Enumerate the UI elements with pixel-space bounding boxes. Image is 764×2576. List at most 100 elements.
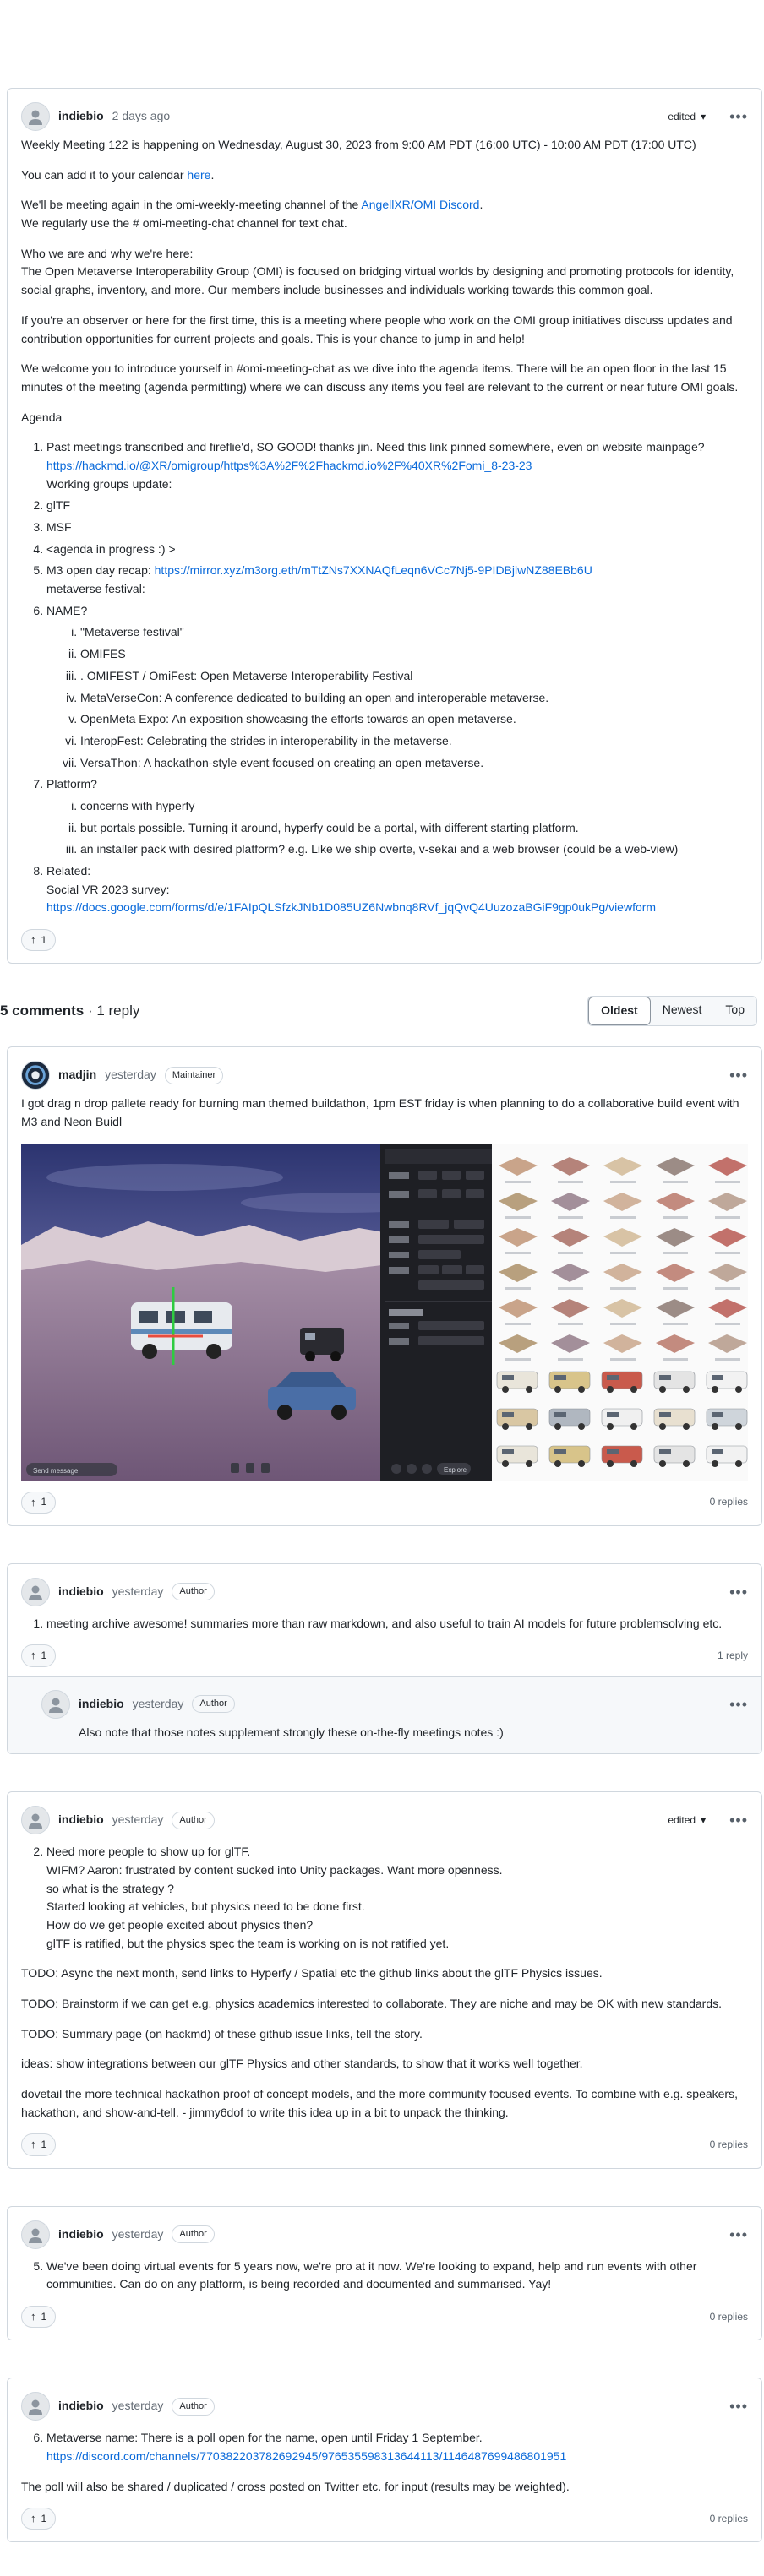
- more-options-icon[interactable]: •••: [729, 2227, 748, 2242]
- wheel: [712, 1422, 719, 1430]
- comment-reactions: ↑ 1 1 reply: [21, 1644, 748, 1667]
- comment-reactions: ↑ 1 0 replies: [21, 1491, 748, 1514]
- thumbnail-caption: [663, 1180, 689, 1183]
- list-item: but portals possible. Turning it around,…: [80, 819, 748, 838]
- thumbnail-caption: [663, 1251, 689, 1254]
- reply-header: indiebio yesterday Author •••: [41, 1685, 748, 1724]
- window: [554, 1448, 567, 1454]
- rug-thumbnail: [551, 1263, 591, 1282]
- reply-count[interactable]: 0 replies: [710, 2137, 748, 2153]
- more-options-icon[interactable]: •••: [729, 2399, 748, 2414]
- more-options-icon[interactable]: •••: [729, 1812, 748, 1828]
- reply-count[interactable]: 0 replies: [710, 1494, 748, 1510]
- comment-header: indiebio yesterday Author •••: [21, 1573, 748, 1611]
- rug-thumbnail: [603, 1156, 643, 1176]
- rug-thumbnail: [656, 1192, 696, 1211]
- comment-list: meeting archive awesome! summaries more …: [21, 1615, 748, 1633]
- rug-thumbnail: [499, 1263, 538, 1282]
- upvote-button[interactable]: ↑ 1: [21, 1644, 57, 1667]
- more-options-icon[interactable]: •••: [729, 1068, 748, 1083]
- more-options-icon[interactable]: •••: [729, 1697, 748, 1712]
- rug-thumbnail: [656, 1334, 696, 1353]
- author-badge: Author: [172, 2397, 215, 2416]
- rug-thumbnail: [551, 1227, 591, 1247]
- comment-timestamp[interactable]: yesterday: [105, 1066, 156, 1084]
- arrow-up-icon: ↑: [30, 933, 36, 947]
- reply-count[interactable]: 0 replies: [710, 2511, 748, 2527]
- author-name[interactable]: indiebio: [58, 107, 104, 126]
- discord-poll-link[interactable]: https://discord.com/channels/77038220378…: [46, 2449, 566, 2463]
- comment-body: I got drag n drop pallete ready for burn…: [21, 1095, 748, 1131]
- upvote-count: 1: [41, 1496, 47, 1508]
- comment-timestamp[interactable]: yesterday: [112, 2397, 164, 2416]
- avatar[interactable]: [21, 102, 50, 131]
- sort-newest[interactable]: Newest: [651, 997, 714, 1025]
- avatar[interactable]: [21, 1806, 50, 1835]
- comment-timestamp[interactable]: yesterday: [112, 2225, 164, 2244]
- mirror-link[interactable]: https://mirror.xyz/m3org.eth/mTtZNs7XXNA…: [155, 563, 592, 577]
- more-options-icon[interactable]: •••: [729, 1584, 748, 1600]
- author-name[interactable]: indiebio: [79, 1695, 124, 1714]
- avatar[interactable]: [41, 1689, 70, 1719]
- avatar[interactable]: [21, 2392, 50, 2421]
- author-name[interactable]: indiebio: [58, 2397, 104, 2416]
- window: [659, 1411, 672, 1417]
- upvote-button[interactable]: ↑ 1: [21, 2133, 57, 2156]
- author-name[interactable]: madjin: [58, 1066, 96, 1084]
- upvote-button[interactable]: ↑ 1: [21, 2508, 57, 2530]
- upvote-button[interactable]: ↑ 1: [21, 1491, 57, 1514]
- comment-body: Metaverse name: There is a poll open for…: [21, 2429, 748, 2496]
- wheel: [683, 1422, 690, 1430]
- upvote-button[interactable]: ↑ 1: [21, 2306, 57, 2329]
- discord-link[interactable]: AngellXR/OMI Discord: [361, 198, 479, 211]
- sort-oldest[interactable]: Oldest: [588, 997, 651, 1026]
- screenshot-attachment[interactable]: Send message Explore: [21, 1143, 748, 1481]
- wheel: [683, 1459, 690, 1467]
- more-options-icon[interactable]: •••: [729, 109, 748, 124]
- arrow-up-icon: ↑: [30, 1649, 36, 1662]
- name-options-list: "Metaverse festival" OMIFES . OMIFEST / …: [46, 623, 748, 772]
- comment-list: Need more people to show up for glTF. WI…: [21, 1843, 748, 1953]
- comment-timestamp[interactable]: yesterday: [112, 1583, 164, 1601]
- comment-reactions: ↑ 1 0 replies: [21, 2508, 748, 2530]
- rug-thumbnail: [656, 1263, 696, 1282]
- reply-count[interactable]: 0 replies: [710, 2309, 748, 2325]
- calendar-link[interactable]: here: [187, 168, 210, 182]
- rug-thumbnail: [551, 1192, 591, 1211]
- window: [502, 1374, 515, 1380]
- wheel: [659, 1459, 667, 1467]
- sort-top[interactable]: Top: [713, 997, 756, 1025]
- avatar[interactable]: [21, 1061, 50, 1090]
- edited-dropdown[interactable]: edited ▾: [668, 109, 706, 125]
- window: [607, 1374, 619, 1380]
- upvote-button[interactable]: ↑ 1: [21, 929, 57, 952]
- thumbnail-caption: [558, 1357, 584, 1361]
- comment-timestamp[interactable]: yesterday: [112, 1811, 164, 1829]
- thumbnail-caption: [663, 1357, 689, 1361]
- avatar[interactable]: [21, 1577, 50, 1606]
- edited-dropdown[interactable]: edited ▾: [668, 1812, 706, 1829]
- author-name[interactable]: indiebio: [58, 1583, 104, 1601]
- reply-count[interactable]: 1 reply: [718, 1648, 748, 1664]
- wheel: [735, 1459, 743, 1467]
- rug-thumbnail: [551, 1156, 591, 1176]
- hackmd-link[interactable]: https://hackmd.io/@XR/omigroup/https%3A%…: [46, 459, 532, 472]
- reply-timestamp[interactable]: yesterday: [133, 1695, 184, 1714]
- avatar[interactable]: [21, 2220, 50, 2249]
- editor-panel: Explore: [380, 1143, 493, 1481]
- poll-paragraph: The poll will also be shared / duplicate…: [21, 2479, 570, 2493]
- wheel: [683, 1385, 690, 1393]
- author-name[interactable]: indiebio: [58, 1811, 104, 1829]
- author-name[interactable]: indiebio: [58, 2225, 104, 2244]
- wheel: [554, 1385, 562, 1393]
- madjin-avatar-icon: [22, 1062, 49, 1090]
- upvote-count: 1: [41, 1649, 47, 1662]
- survey-link[interactable]: https://docs.google.com/forms/d/e/1FAIpQ…: [46, 900, 656, 914]
- post-timestamp[interactable]: 2 days ago: [112, 107, 171, 126]
- comment-reactions: ↑ 1 0 replies: [21, 2306, 748, 2329]
- calendar-line: You can add it to your calendar here.: [21, 167, 215, 182]
- wheel: [607, 1385, 614, 1393]
- thumbnail-caption: [663, 1286, 689, 1290]
- list-item: OpenMeta Expo: An exposition showcasing …: [80, 710, 748, 729]
- thumbnail-caption: [610, 1180, 636, 1183]
